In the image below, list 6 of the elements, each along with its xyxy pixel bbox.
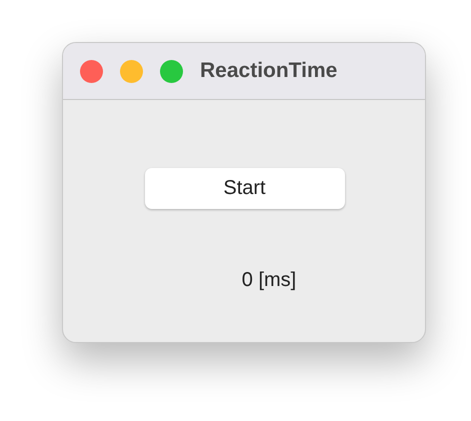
zoom-button[interactable] [160, 60, 183, 82]
close-button[interactable] [80, 60, 103, 82]
window-title: ReactionTime [200, 59, 338, 83]
start-button[interactable]: Start [144, 168, 344, 209]
result-text: 0 [ms] [242, 269, 296, 292]
minimize-button[interactable] [120, 60, 143, 82]
